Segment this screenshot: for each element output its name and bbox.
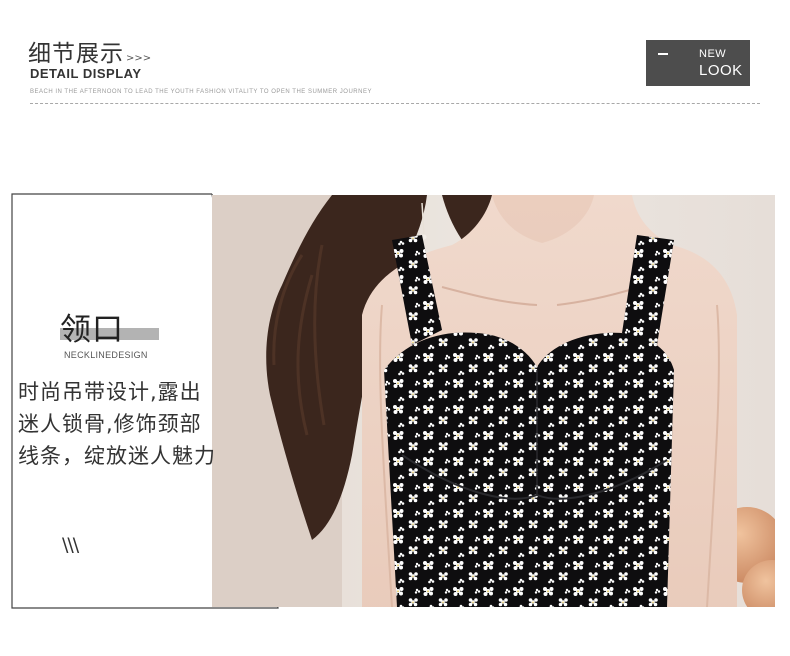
description-line: 迷人锁骨,修饰颈部	[18, 412, 202, 436]
section-title: 细节展示 >>>	[28, 41, 152, 67]
arrows-icon: >>>	[126, 53, 152, 64]
detail-description: 时尚吊带设计,露出 迷人锁骨,修饰颈部 线条，绽放迷人魅力	[18, 376, 228, 472]
product-photo	[212, 195, 775, 607]
dashed-divider	[30, 103, 760, 104]
new-look-badge: NEW LOOK	[646, 40, 750, 86]
badge-line-1: NEW	[699, 48, 727, 60]
badge-line-2: LOOK	[699, 62, 743, 79]
detail-subtitle: NECKLINEDESIGN	[64, 350, 148, 360]
dash-icon	[658, 53, 668, 55]
section-tagline: BEACH IN THE AFTERNOON TO LEAD THE YOUTH…	[30, 89, 372, 95]
neckline-photo-illustration	[212, 195, 775, 607]
description-line: 时尚吊带设计,露出	[18, 380, 202, 404]
section-subtitle: DETAIL DISPLAY	[30, 66, 142, 81]
description-line: 线条，绽放迷人魅力	[18, 444, 216, 468]
detail-title: 领口	[60, 312, 124, 348]
decorative-slashes: \\\	[62, 534, 79, 556]
